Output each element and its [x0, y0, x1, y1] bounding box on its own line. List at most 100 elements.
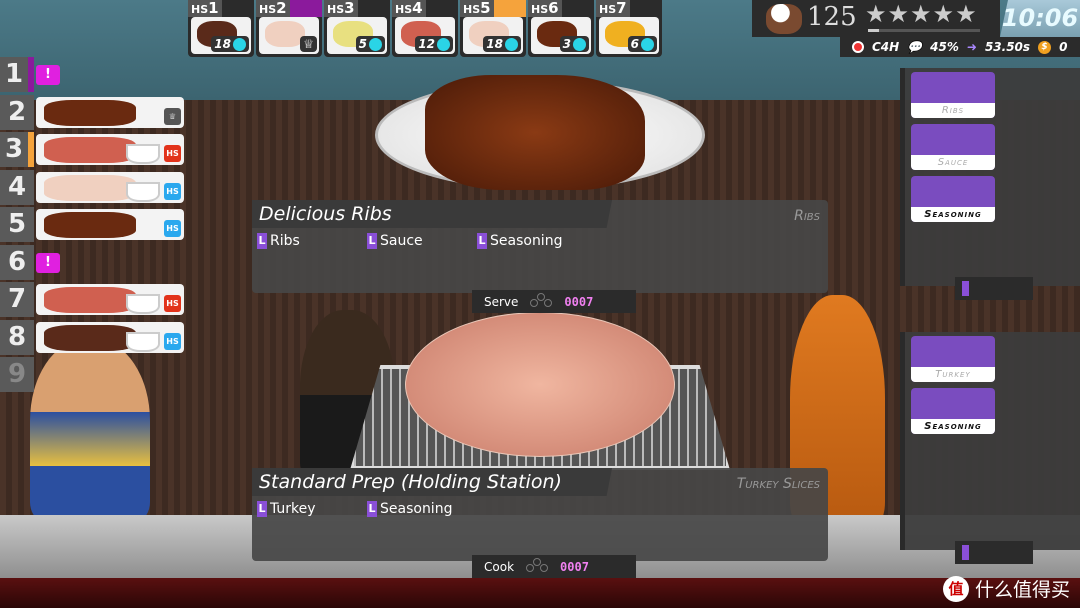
timer-pie-icon	[437, 37, 450, 51]
order-slot-4[interactable]: 4 HS	[0, 169, 186, 205]
order-number: 7	[0, 282, 34, 317]
order-ticket: HS	[36, 284, 184, 315]
hs-label: HS5	[460, 0, 494, 17]
turkey-ingredient-panel: Turkey Seasoning	[900, 332, 1080, 550]
hs-badge: HS	[164, 295, 181, 312]
watermark-text: 什么值得买	[974, 579, 1070, 601]
timer-pie-icon	[641, 37, 654, 51]
order-number: 2	[0, 94, 34, 130]
serve-label: Serve	[484, 294, 519, 309]
exit-arrow-icon: ➜	[966, 40, 977, 54]
hs-food-image: 6	[599, 17, 659, 54]
star-rating: ★★★★★	[865, 0, 978, 28]
score-panel: 125 ★★★★★	[752, 0, 1000, 37]
turkey-recipe-panel: Standard Prep (Holding Station) Turkey S…	[252, 468, 828, 561]
hs-badge: HS	[164, 220, 181, 237]
hs-count: 12	[415, 36, 453, 52]
timer-pie-icon	[369, 37, 382, 51]
hs-food-image: 12	[395, 17, 455, 54]
bottom-bar	[0, 578, 1080, 608]
timer-pie-icon	[233, 37, 246, 51]
order-slot-7[interactable]: 7 HS	[0, 282, 186, 317]
controller-buttons-icon	[530, 292, 553, 311]
chef-hat-icon: ♕	[164, 107, 181, 125]
hs-label: HS6	[528, 0, 562, 17]
ingredient-turkey: L Turkey	[257, 501, 316, 517]
timer-pie-icon	[573, 37, 586, 51]
holding-station-6[interactable]: HS6 3	[528, 0, 594, 57]
key-hint: L	[367, 233, 377, 249]
hs-label: HS1	[188, 0, 222, 17]
hs-label: HS4	[392, 0, 426, 17]
order-ticket: HS	[36, 209, 184, 240]
hs-food-image: 18	[463, 17, 523, 54]
order-slot-3[interactable]: 3 HS	[0, 132, 186, 167]
hs-label: HS2	[256, 0, 290, 17]
cook-button[interactable]: Cook 0007	[472, 555, 636, 578]
serve-button[interactable]: Serve 0007	[472, 290, 636, 313]
ingredient-button-turkey[interactable]: Turkey	[911, 336, 995, 382]
game-clock: 10:06	[1000, 0, 1080, 37]
order-number: 8	[0, 319, 34, 355]
ingredient-button-ribs[interactable]: Ribs	[911, 72, 995, 118]
order-slot-5[interactable]: 5 HS	[0, 207, 186, 242]
ingredient-button-seasoning[interactable]: Seasoning	[911, 388, 995, 434]
serve-code: 0007	[564, 294, 594, 309]
turkey-station-tab[interactable]	[955, 541, 1033, 564]
cook-code: 0007	[560, 559, 589, 574]
controller-buttons-icon	[526, 557, 549, 576]
order-slot-9[interactable]: 9	[0, 357, 186, 392]
order-slot-8[interactable]: 8 HS	[0, 319, 186, 355]
ingredient-ribs: L Ribs	[257, 233, 300, 249]
hs-count: 18	[211, 36, 249, 52]
key-hint: L	[367, 501, 377, 517]
key-hint: L	[477, 233, 487, 249]
holding-station-7[interactable]: HS7 6	[596, 0, 662, 57]
order-slot-6[interactable]: 6!	[0, 244, 186, 280]
satisfaction: 45%	[930, 40, 959, 54]
order-slot-2[interactable]: 2 ♕	[0, 94, 186, 130]
hs-color-tag	[494, 0, 526, 17]
hs-badge: HS	[164, 332, 181, 350]
key-hint: L	[257, 233, 267, 249]
order-number: 4	[0, 169, 34, 205]
coin-icon: $	[1038, 40, 1052, 54]
ingredient-button-seasoning[interactable]: Seasoning	[911, 176, 995, 222]
stats-bar: C4H 💬 45% ➜ 53.50s $ 0	[840, 37, 1080, 57]
holding-station-5[interactable]: HS5 18	[460, 0, 526, 57]
recipe-title: Standard Prep (Holding Station)	[252, 468, 612, 496]
star-progress-bar	[868, 29, 980, 32]
watermark: 值 什么值得买	[942, 575, 1070, 602]
ingredient-seasoning: L Seasoning	[477, 233, 563, 249]
hs-food-image: ♕	[259, 17, 319, 54]
order-number: 3	[0, 132, 34, 167]
turkey-roast	[405, 312, 675, 457]
key-hint: L	[257, 501, 267, 517]
order-ticket: HS	[36, 321, 184, 353]
order-ticket: HS	[36, 134, 184, 165]
order-number: 1	[0, 57, 34, 92]
dish-name: Ribs	[794, 208, 820, 224]
sauce-cup-icon	[126, 331, 160, 352]
order-slot-1[interactable]: 1!	[0, 57, 186, 92]
hs-badge: HS	[164, 145, 181, 162]
hs-count: 5	[355, 36, 385, 52]
avg-time: 53.50s	[984, 40, 1031, 54]
alert-icon: !	[36, 65, 60, 85]
timer-pie-icon	[505, 37, 518, 51]
hs-food-image: 5	[327, 17, 387, 54]
chefs-icon	[766, 4, 802, 34]
order-ticket: ♕	[36, 96, 184, 128]
holding-station-3[interactable]: HS3 5	[324, 0, 390, 57]
coins: 0	[1059, 40, 1068, 54]
served-count: 125	[807, 2, 857, 32]
holding-station-4[interactable]: HS4 12	[392, 0, 458, 57]
hs-color-tag	[290, 0, 322, 17]
ribs-recipe-panel: Delicious Ribs Ribs L Ribs L Sauce L Seasonin…	[252, 200, 828, 293]
watermark-logo: 值	[942, 575, 969, 602]
ingredient-button-sauce[interactable]: Sauce	[911, 124, 995, 170]
holding-station-1[interactable]: HS1 18	[188, 0, 254, 57]
holding-station-2[interactable]: HS2 ♕	[256, 0, 322, 57]
order-number: 9	[0, 357, 34, 392]
ribs-station-tab[interactable]	[955, 277, 1033, 300]
